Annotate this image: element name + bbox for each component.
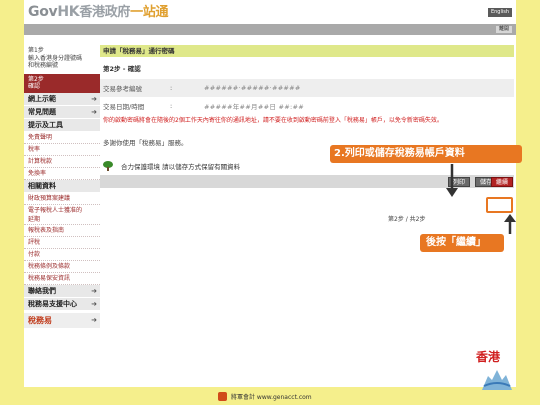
sidebar-item[interactable]: 財政預算案建議 xyxy=(24,193,100,205)
tree-icon xyxy=(103,161,113,171)
sidebar-item-label: 常見問題 xyxy=(28,107,56,116)
sidebar-item-label: 網上示範 xyxy=(28,94,56,103)
skyline-icon xyxy=(482,370,512,390)
page-title: 申請「稅務易」通行密碼 xyxy=(100,45,514,57)
footer-text: 將軍會計 www.genacct.com xyxy=(231,394,312,401)
table-row: 交易日期/時間 : #####年##月##日 ##:## xyxy=(103,102,304,111)
main-content: 申請「稅務易」通行密碼 第2步 - 確認 交易參考編號 : ######·###… xyxy=(100,45,514,188)
sidebar-step2: 第2步 確認 xyxy=(24,73,100,93)
sidebar: 第1步 輸入香港身分證號碼 和稅務編號 第2步 確認 網上示範 ➜ 常見問題 ➜ 提示及… xyxy=(24,45,100,328)
company-logo-icon xyxy=(218,392,227,401)
warning-text: 你的啟動密碼將會在隨後的2個工作天內寄往你的通訊地址，請不要在收到啟動密碼前登入… xyxy=(103,117,443,124)
arrow-right-icon: ➜ xyxy=(91,315,97,324)
step-title: 第2步 - 確認 xyxy=(103,65,141,73)
sidebar-item[interactable]: 聯絡我們 ➜ xyxy=(24,284,100,298)
top-bar: 離開 xyxy=(24,24,516,35)
site-header: GovHK香港政府一站通 English xyxy=(24,0,516,24)
callout-continue: 後按「繼續」 xyxy=(420,234,504,252)
print-button[interactable]: 列印 xyxy=(448,177,471,187)
reference-number: ######·#####·##### xyxy=(204,84,301,92)
transaction-datetime: #####年##月##日 ##:## xyxy=(204,103,304,111)
sidebar-item[interactable]: 相關資料 xyxy=(24,179,100,193)
sidebar-item[interactable]: 評稅 xyxy=(24,237,100,249)
continue-highlight xyxy=(486,197,513,213)
sidebar-item-label: 相關資料 xyxy=(28,181,56,190)
page-frame: GovHK香港政府一站通 English 離開 第1步 輸入香港身分證號碼 和稅… xyxy=(24,0,516,387)
arrow-right-icon: ➜ xyxy=(91,94,97,103)
sidebar-item[interactable]: 免換率 xyxy=(24,168,100,180)
sidebar-step1-desc: 輸入香港身分證號碼 和稅務編號 xyxy=(28,54,83,70)
english-button[interactable]: English xyxy=(487,8,512,17)
exit-button[interactable]: 離開 xyxy=(495,26,512,33)
continue-button[interactable]: 繼續 xyxy=(491,177,514,187)
sidebar-step1: 第1步 輸入香港身分證號碼 和稅務編號 xyxy=(24,45,100,72)
sidebar-item[interactable]: 稅務易保安資訊 xyxy=(24,273,100,285)
sidebar-etax-logo[interactable]: 稅務易 ➜ xyxy=(24,312,100,328)
footer: 將軍會計 www.genacct.com xyxy=(0,387,540,405)
sidebar-item[interactable]: 稅務易支援中心 ➜ xyxy=(24,297,100,311)
info-table: 交易參考編號 : ######·#####·##### 交易日期/時間 : ##… xyxy=(100,79,514,115)
arrow-right-icon: ➜ xyxy=(91,299,97,308)
callout-print-save: 2.列印或儲存稅務易帳戶資料 xyxy=(330,145,522,163)
sidebar-item[interactable]: 報稅表及指南 xyxy=(24,225,100,237)
sidebar-items: 網上示範 ➜ 常見問題 ➜ 提示及工具免責聲明 稅率 計算稅款 免換率 相關資料財政預算案建議電… xyxy=(24,92,100,311)
sidebar-item[interactable]: 稅率 xyxy=(24,144,100,156)
sidebar-item[interactable]: 免責聲明 xyxy=(24,132,100,144)
sidebar-item[interactable]: 常見問題 ➜ xyxy=(24,105,100,119)
sidebar-item-label: 稅務易支援中心 xyxy=(28,299,77,308)
sidebar-item[interactable]: 稅務條例及條款 xyxy=(24,261,100,273)
sidebar-item[interactable]: 電子報稅人士獲准的 延期 xyxy=(24,205,100,225)
sidebar-item[interactable]: 付款 xyxy=(24,249,100,261)
action-bar: 列印 儲存 繼續 xyxy=(100,175,514,188)
sidebar-item-label: 聯絡我們 xyxy=(28,286,56,295)
govhk-logo[interactable]: GovHK香港政府一站通 xyxy=(28,1,169,20)
sidebar-item-label: 提示及工具 xyxy=(28,120,63,129)
table-row: 交易參考編號 : ######·#####·##### xyxy=(100,79,514,97)
sidebar-item[interactable]: 提示及工具 xyxy=(24,118,100,132)
hongkong-badge: 香港 xyxy=(472,346,522,402)
page-indicator: 第2步 / 共2步 xyxy=(388,216,426,223)
sidebar-item[interactable]: 計算稅款 xyxy=(24,156,100,168)
sidebar-item[interactable]: 網上示範 ➜ xyxy=(24,92,100,106)
arrow-right-icon: ➜ xyxy=(91,286,97,295)
arrow-right-icon: ➜ xyxy=(91,107,97,116)
